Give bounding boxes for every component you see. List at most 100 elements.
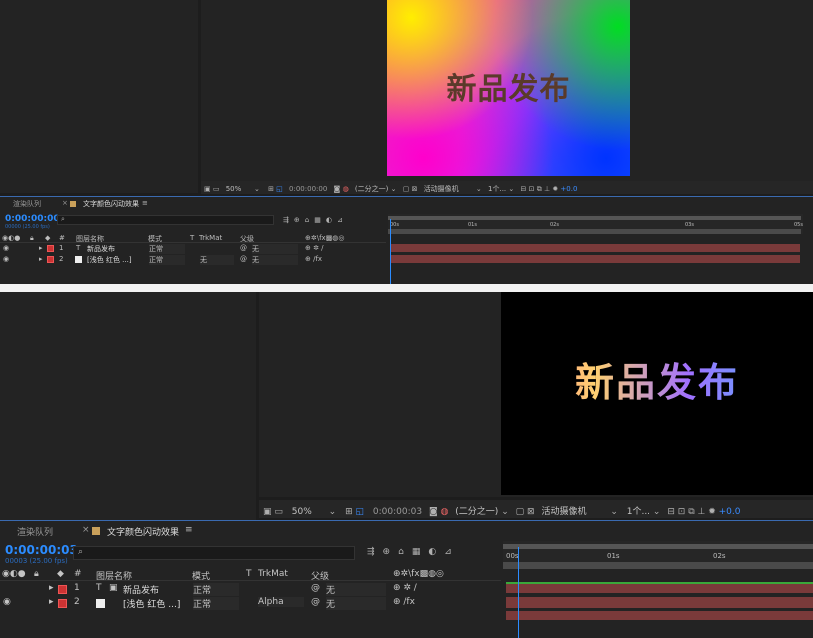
layer-bar[interactable] [506, 611, 813, 620]
col-layer-name[interactable]: 图层名称 [96, 569, 132, 582]
monitor-icon[interactable]: ▭ [274, 507, 283, 517]
viewer-timecode[interactable]: 0:00:00:03 [373, 507, 422, 517]
trkmat-select[interactable]: Alpha [258, 597, 304, 607]
zoom-select[interactable]: 50% [292, 507, 326, 517]
switches[interactable]: ⊕ ✲ / [305, 244, 324, 252]
tree-icon[interactable]: ⊥ [698, 507, 706, 517]
label-swatch[interactable] [47, 245, 54, 252]
resolution-select[interactable]: (二分之一) [455, 504, 498, 517]
grid-icon[interactable]: ⊞ [345, 507, 353, 517]
parent-pick-icon[interactable]: @ [311, 597, 320, 607]
frame-blend-icon[interactable]: ▦ [412, 547, 429, 557]
camera-icon[interactable]: ◙ [429, 507, 438, 517]
playhead[interactable] [518, 547, 519, 638]
work-area-bar[interactable] [503, 544, 813, 549]
parent-pick-icon[interactable]: @ [240, 244, 247, 252]
layer-name[interactable]: [浅色 红色 ...] [123, 597, 180, 610]
layer-row-1[interactable]: ◉ ▸ 1 T 新品发布 正常 @ 无 ⊕ ✲ / [0, 244, 386, 254]
playhead[interactable] [390, 219, 391, 284]
views-select[interactable]: 1个... [488, 184, 506, 194]
mode-select[interactable]: 正常 [149, 244, 185, 254]
mode-select[interactable]: 正常 [193, 597, 239, 610]
grid-icon[interactable]: ⊞ [268, 185, 274, 193]
expand-icon[interactable]: ▸ [49, 597, 54, 607]
tab-composition[interactable]: 文字颜色闪动效果 [107, 525, 179, 538]
snapshot-icon[interactable]: ▣ [263, 507, 272, 517]
tree-icon[interactable]: ⊥ [544, 185, 550, 193]
search-input[interactable]: ⌕ [73, 546, 355, 560]
flowchart-icon[interactable]: ⧉ [688, 507, 694, 517]
search-input[interactable]: ⌕ [57, 215, 274, 225]
composition-viewer[interactable]: 新品发布 [259, 292, 813, 497]
color-icon[interactable]: ◍ [441, 507, 449, 517]
menu-icon[interactable]: ≡ [142, 199, 148, 207]
layer-row-2[interactable]: ◉ ▸ 2 [浅色 红色 ...] 正常 无 @ 无 ⊕ /fx [0, 255, 386, 265]
parent-select[interactable]: 无 [252, 255, 298, 265]
exposure-value[interactable]: +0.0 [560, 185, 577, 193]
motion-blur-icon[interactable]: ◐ [326, 216, 337, 224]
settings-icon[interactable]: ✹ [708, 507, 716, 517]
camera-select[interactable]: 活动摄像机 [424, 184, 474, 194]
shy-layers-icon[interactable]: ⌂ [398, 547, 412, 557]
transparency-icon[interactable]: ⊠ [412, 185, 418, 193]
eye-icon[interactable]: ◉ [3, 244, 9, 252]
parent-pick-icon[interactable]: @ [311, 583, 320, 593]
time-ruler[interactable]: 00s 01s 02s [503, 541, 813, 569]
col-layer-name[interactable]: 图层名称 [76, 234, 104, 244]
layer-name[interactable]: 新品发布 [123, 583, 159, 596]
layer-name[interactable]: 新品发布 [87, 244, 115, 254]
tab-composition[interactable]: 文字颜色闪动效果 [83, 199, 139, 209]
settings-icon[interactable]: ✹ [552, 185, 558, 193]
viewer-timecode[interactable]: 0:00:00:00 [289, 185, 327, 193]
layer-bar[interactable] [506, 582, 813, 593]
eye-icon[interactable]: ◉ [3, 597, 11, 607]
expand-icon[interactable]: ▸ [39, 255, 43, 263]
layer-bar[interactable] [390, 255, 800, 263]
label-swatch[interactable] [47, 256, 54, 263]
views-select[interactable]: 1个... [627, 504, 650, 517]
fit-icon[interactable]: ⊡ [529, 185, 535, 193]
mask-icon[interactable]: ◱ [276, 185, 283, 193]
shy-layers-icon[interactable]: ⌂ [305, 216, 314, 224]
close-icon[interactable]: × [62, 199, 68, 207]
shy-icon[interactable]: ⇶ [283, 216, 294, 224]
motion-blur-icon[interactable]: ◐ [428, 547, 444, 557]
trkmat-select[interactable]: 无 [200, 255, 234, 265]
layout-icon[interactable]: ⊟ [521, 185, 527, 193]
layout-icon[interactable]: ⊟ [667, 507, 675, 517]
menu-icon[interactable]: ≡ [185, 525, 193, 535]
parent-pick-icon[interactable]: @ [240, 255, 247, 263]
work-area-bar[interactable] [388, 216, 801, 220]
mask-icon[interactable]: ◱ [356, 507, 365, 517]
camera-icon[interactable]: ◙ [334, 185, 341, 193]
zoom-select[interactable]: 50% [226, 185, 252, 193]
layer-name[interactable]: [浅色 红色 ...] [87, 255, 132, 265]
expand-icon[interactable]: ▸ [49, 583, 54, 593]
snapshot-icon[interactable]: ▣ [204, 185, 211, 193]
monitor-icon[interactable]: ▭ [213, 185, 220, 193]
current-time[interactable]: 0:00:00:00 [5, 214, 60, 224]
transparency-icon[interactable]: ⊠ [527, 507, 535, 517]
frame-blend-icon[interactable]: ▦ [314, 216, 326, 224]
graph-editor-icon[interactable]: ⊿ [337, 216, 348, 224]
region-icon[interactable]: ▢ [403, 185, 410, 193]
parent-select[interactable]: 无 [326, 597, 386, 610]
label-swatch[interactable] [58, 599, 67, 608]
current-time[interactable]: 0:00:00:03 [5, 543, 78, 557]
color-icon[interactable]: ◍ [343, 185, 349, 193]
parent-select[interactable]: 无 [326, 583, 386, 596]
draft3d-icon[interactable]: ⊕ [383, 547, 399, 557]
tab-render-queue[interactable]: 渲染队列 [13, 199, 41, 209]
mode-select[interactable]: 正常 [149, 255, 185, 265]
layer-bar[interactable] [390, 244, 800, 252]
switches[interactable]: ⊕ ✲ / [393, 583, 417, 593]
layer-row-2[interactable]: ◉ ▸ 2 [浅色 红色 ...] 正常 Alpha @ 无 ⊕ /fx [0, 597, 501, 610]
composition-viewer[interactable]: 新品发布 [201, 0, 813, 181]
region-icon[interactable]: ▢ [516, 507, 525, 517]
graph-editor-icon[interactable]: ⊿ [444, 547, 460, 557]
tab-render-queue[interactable]: 渲染队列 [17, 525, 53, 538]
exposure-value[interactable]: +0.0 [719, 507, 741, 517]
flowchart-icon[interactable]: ⧉ [537, 185, 542, 194]
resolution-select[interactable]: (二分之一) [355, 184, 388, 194]
shy-icon[interactable]: ⇶ [367, 547, 383, 557]
